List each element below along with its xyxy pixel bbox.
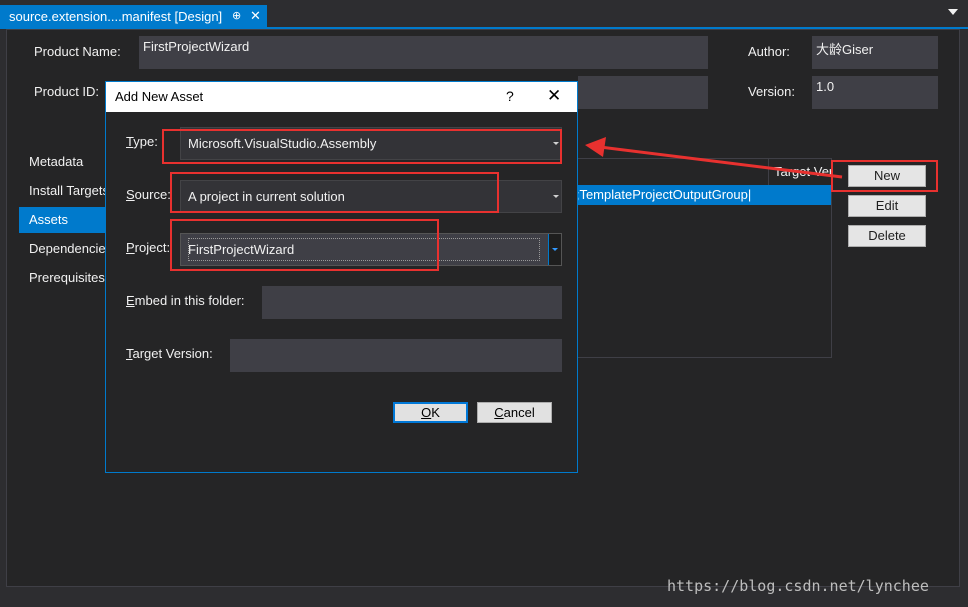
annotation-arrow-shaft [599, 145, 843, 179]
annotation-arrow-head [585, 137, 606, 157]
watermark: https://blog.csdn.net/lynchee [667, 577, 929, 595]
annotation-arrow [585, 137, 843, 179]
